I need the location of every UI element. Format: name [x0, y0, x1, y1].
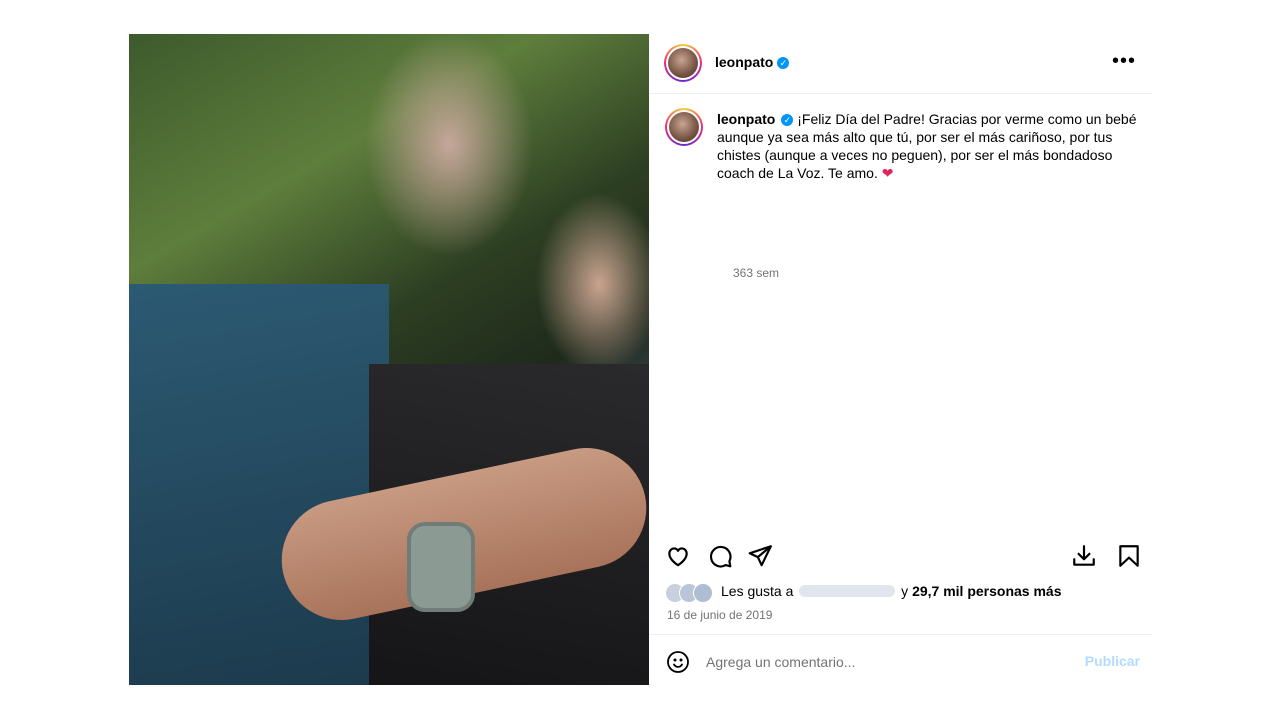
post-details-panel: leonpato ✓ ••• leonpato ✓ ¡Feliz Día del P… — [649, 34, 1152, 685]
likes-row[interactable]: Les gusta a y 29,7 mil personas más — [665, 582, 1145, 603]
comment-bubble-icon[interactable] — [707, 543, 735, 571]
paper-plane-icon[interactable] — [747, 543, 775, 571]
caption-username[interactable]: leonpato — [717, 111, 775, 127]
emoji-icon[interactable] — [666, 650, 692, 676]
more-options-icon[interactable]: ••• — [1110, 51, 1138, 75]
likes-prefix: Les gusta a — [721, 583, 794, 599]
verified-badge-icon: ✓ — [781, 114, 794, 126]
post-photo[interactable] — [129, 34, 649, 685]
likes-count[interactable]: 29,7 mil personas más — [912, 583, 1061, 599]
download-icon[interactable] — [1071, 543, 1099, 571]
caption-body: ¡Feliz Día del Padre! Gracias por verme … — [717, 111, 1137, 181]
blurred-username[interactable] — [799, 585, 896, 597]
liker-avatars — [665, 583, 717, 603]
photo-shirt-left — [129, 284, 389, 685]
heart-icon[interactable] — [665, 543, 693, 571]
header-avatar[interactable] — [664, 44, 702, 82]
post-date[interactable]: 16 de junio de 2019 — [667, 608, 772, 622]
heart-emoji-icon: ❤ — [881, 165, 894, 181]
action-bar — [649, 537, 1152, 577]
photo-watch — [407, 522, 475, 612]
caption-avatar[interactable] — [665, 108, 703, 146]
header-username[interactable]: leonpato — [715, 54, 773, 70]
publish-button[interactable]: Publicar — [1085, 653, 1140, 669]
comment-input[interactable] — [706, 649, 1066, 675]
likes-text: Les gusta a y 29,7 mil personas más — [721, 583, 1061, 599]
comment-bar: Publicar — [649, 634, 1152, 686]
caption-text-block: leonpato ✓ ¡Feliz Día del Padre! Gracias … — [717, 110, 1137, 182]
time-ago[interactable]: 363 sem — [733, 266, 779, 280]
likes-conjunction: y — [901, 583, 909, 599]
verified-badge-icon: ✓ — [777, 57, 790, 69]
bookmark-icon[interactable] — [1116, 543, 1144, 571]
post-header: leonpato ✓ ••• — [649, 34, 1152, 94]
